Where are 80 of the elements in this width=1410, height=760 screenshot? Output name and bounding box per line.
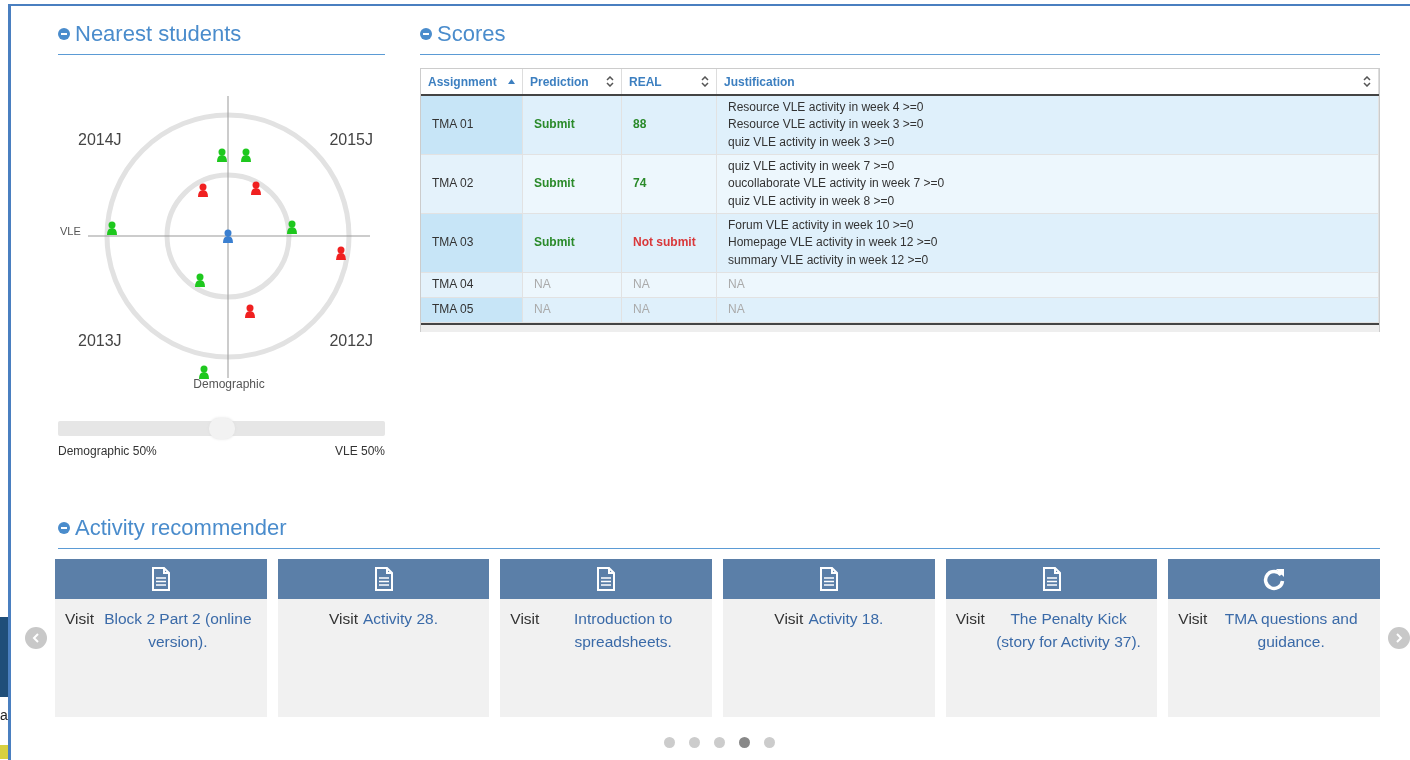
chevron-right-icon xyxy=(1395,633,1403,643)
student-pin[interactable] xyxy=(245,304,255,318)
page-dot[interactable] xyxy=(738,737,750,748)
recommendation-text: Visit xyxy=(510,609,540,629)
section-title: Nearest students xyxy=(75,20,242,48)
recommendation-text: Visit xyxy=(65,609,94,629)
table-cell: Submit xyxy=(523,214,622,272)
table-cell: NA xyxy=(717,298,1379,322)
table-cell: 74 xyxy=(622,155,717,213)
table-cell: Forum VLE activity in week 10 >=0 Homepage VLE activity in week 12 >=0 summary VLE activity in week 12 >=0 xyxy=(717,214,1379,272)
slider-thumb[interactable] xyxy=(208,418,235,439)
student-pin[interactable] xyxy=(287,220,297,234)
refresh-icon xyxy=(1262,567,1287,591)
page-dot[interactable] xyxy=(713,737,725,748)
activity-link[interactable]: Block 2 Part 2 (online version). xyxy=(99,607,257,653)
page-dot[interactable] xyxy=(688,737,700,748)
collapse-icon[interactable] xyxy=(58,28,70,40)
document-icon xyxy=(150,567,171,591)
sort-icon[interactable] xyxy=(1363,76,1371,87)
activity-link[interactable]: Activity 28. xyxy=(363,607,438,630)
quadrant-label: 2012J xyxy=(329,332,373,349)
activity-link[interactable]: The Penalty Kick (story for Activity 37). xyxy=(989,607,1148,653)
table-cell: NA xyxy=(523,273,622,297)
axis-label: Demographic xyxy=(193,377,265,391)
recommendation-text: Visit xyxy=(329,609,359,629)
table-cell: NA xyxy=(523,298,622,322)
document-icon xyxy=(1041,567,1062,591)
sort-icon[interactable] xyxy=(606,76,614,87)
weight-slider[interactable] xyxy=(58,421,385,436)
quadrant-label: 2015J xyxy=(329,131,373,148)
document-icon xyxy=(596,567,617,591)
table-cell: NA xyxy=(622,298,717,322)
table-cell: Submit xyxy=(523,96,622,154)
sort-icon[interactable] xyxy=(701,76,709,87)
previous-button[interactable] xyxy=(25,627,47,649)
recommendation-text: Visit xyxy=(1178,609,1208,629)
chevron-left-icon xyxy=(32,633,40,643)
table-cell: quiz VLE activity in week 7 >=0 oucollaborate VLE activity in week 7 >=0 quiz VLE activity in week 8 >=0 xyxy=(717,155,1379,213)
student-pin[interactable] xyxy=(199,365,209,379)
table-cell: TMA 01 xyxy=(421,96,523,154)
table-cell: TMA 05 xyxy=(421,298,523,322)
collapse-icon[interactable] xyxy=(420,28,432,40)
student-pin[interactable] xyxy=(223,229,233,243)
student-pin[interactable] xyxy=(241,148,251,162)
student-pin[interactable] xyxy=(217,148,227,162)
activity-link[interactable]: TMA questions and guidance. xyxy=(1212,607,1371,653)
table-cell: TMA 04 xyxy=(421,273,523,297)
recommendation-text: Visit xyxy=(774,609,804,629)
activity-link[interactable]: Introduction to spreadsheets. xyxy=(544,607,702,653)
table-cell: TMA 03 xyxy=(421,214,523,272)
next-button[interactable] xyxy=(1388,627,1410,649)
slider-label: VLE 50% xyxy=(334,444,385,458)
student-pin[interactable] xyxy=(336,246,346,260)
student-pin[interactable] xyxy=(195,273,205,287)
recommendation-text: Visit xyxy=(955,609,985,629)
table-cell: Submit xyxy=(523,155,622,213)
student-pin[interactable] xyxy=(107,221,117,235)
background-window-text: a xyxy=(0,707,8,723)
page-dot[interactable] xyxy=(763,737,775,748)
quadrant-label: 2014J xyxy=(78,131,122,148)
quadrant-label: 2013J xyxy=(78,332,122,349)
table-cell: 88 xyxy=(622,96,717,154)
table-cell: NA xyxy=(717,273,1379,297)
collapse-icon[interactable] xyxy=(58,522,70,534)
sort-ascending-icon[interactable] xyxy=(508,79,515,84)
table-cell: Resource VLE activity in week 4 >=0 Resource VLE activity in week 3 >=0 quiz VLE activity in week 3 >=0 xyxy=(717,96,1379,154)
section-title: Activity recommender xyxy=(75,514,287,542)
table-cell: TMA 02 xyxy=(421,155,523,213)
page-dot[interactable] xyxy=(663,737,675,748)
axis-label: VLE xyxy=(60,225,81,237)
activity-link[interactable]: Activity 18. xyxy=(808,607,884,630)
document-icon xyxy=(373,567,394,591)
student-pin[interactable] xyxy=(198,183,208,197)
section-title: Scores xyxy=(437,20,506,48)
table-cell: Not submit xyxy=(622,214,717,272)
slider-label: Demographic 50% xyxy=(58,444,157,458)
table-cell: NA xyxy=(622,273,717,297)
background-window-panel xyxy=(0,745,8,759)
document-icon xyxy=(818,567,839,591)
student-pin[interactable] xyxy=(251,181,261,195)
